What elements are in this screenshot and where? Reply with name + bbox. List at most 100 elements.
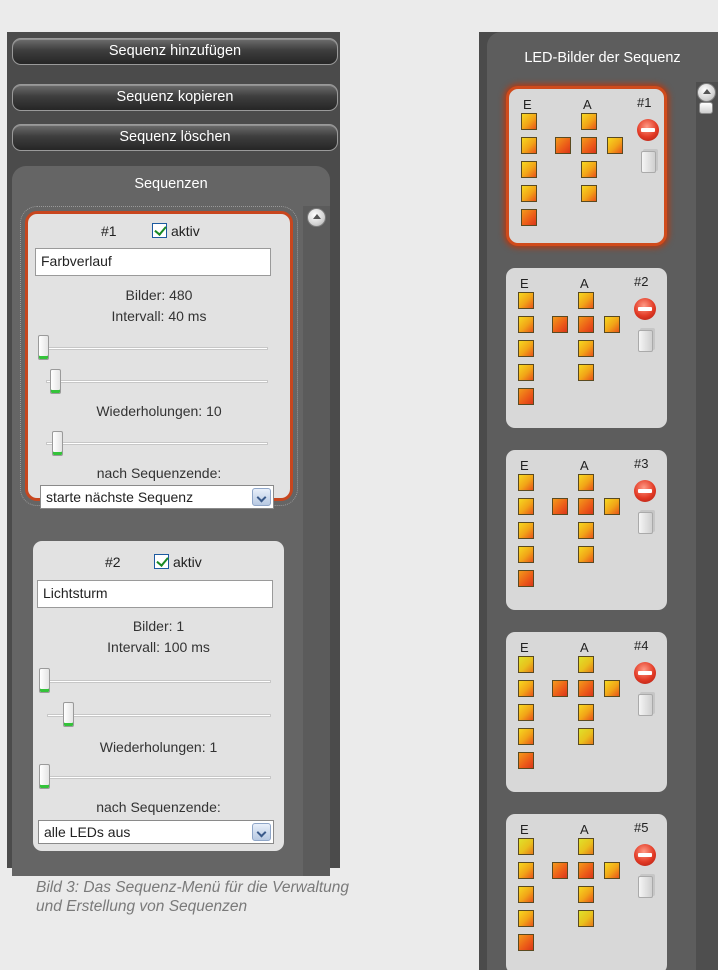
- led-cell[interactable]: [518, 728, 534, 745]
- led-cell[interactable]: [521, 209, 537, 226]
- led-cell[interactable]: [578, 522, 594, 539]
- copy-icon[interactable]: [641, 151, 656, 173]
- led-cell[interactable]: [581, 113, 597, 130]
- led-cell[interactable]: [518, 522, 534, 539]
- copy-icon[interactable]: [638, 330, 653, 352]
- led-cell[interactable]: [518, 656, 534, 673]
- interval-slider-thumb[interactable]: [38, 335, 49, 360]
- sequences-scrollbar[interactable]: [303, 206, 330, 876]
- led-cell[interactable]: [578, 704, 594, 721]
- led-cell[interactable]: [604, 680, 620, 697]
- end-action-select[interactable]: starte nächste Sequenz: [40, 485, 274, 509]
- led-images-scrollbar[interactable]: [696, 82, 718, 970]
- add-sequence-button[interactable]: Sequenz hinzufügen: [12, 38, 338, 65]
- sequence-name-input[interactable]: Lichtsturm: [37, 580, 273, 608]
- led-cell[interactable]: [518, 292, 534, 309]
- led-cell[interactable]: [581, 137, 597, 154]
- led-cell[interactable]: [578, 886, 594, 903]
- led-cell[interactable]: [518, 498, 534, 515]
- led-cell[interactable]: [604, 862, 620, 879]
- scroll-up-icon[interactable]: [697, 83, 716, 102]
- led-cell[interactable]: [518, 704, 534, 721]
- interval-slider-track[interactable]: [38, 347, 268, 350]
- delete-sequence-button[interactable]: Sequenz löschen: [12, 124, 338, 151]
- led-cell[interactable]: [578, 838, 594, 855]
- led-cell[interactable]: [555, 137, 571, 154]
- delete-icon[interactable]: [634, 298, 656, 320]
- led-cell[interactable]: [578, 498, 594, 515]
- delete-icon[interactable]: [634, 662, 656, 684]
- repeats-slider-thumb[interactable]: [52, 431, 63, 456]
- repeats-slider-track[interactable]: [46, 442, 268, 445]
- active-checkbox[interactable]: [152, 223, 167, 238]
- led-cell[interactable]: [521, 137, 537, 154]
- secondary-slider-track[interactable]: [46, 380, 268, 383]
- secondary-slider-thumb[interactable]: [50, 369, 61, 394]
- chevron-down-icon[interactable]: [252, 823, 271, 841]
- led-cell[interactable]: [518, 388, 534, 405]
- led-cell[interactable]: [521, 185, 537, 202]
- led-image-card-5[interactable]: E A #5: [506, 814, 667, 970]
- led-cell[interactable]: [552, 316, 568, 333]
- led-cell[interactable]: [581, 161, 597, 178]
- led-cell[interactable]: [607, 137, 623, 154]
- led-cell[interactable]: [578, 680, 594, 697]
- led-cell[interactable]: [521, 161, 537, 178]
- led-cell[interactable]: [552, 862, 568, 879]
- led-cell[interactable]: [578, 728, 594, 745]
- led-cell[interactable]: [578, 474, 594, 491]
- repeats-slider-track[interactable]: [39, 776, 271, 779]
- led-image-card-4[interactable]: E A #4: [506, 632, 667, 792]
- led-cell[interactable]: [578, 546, 594, 563]
- led-cell[interactable]: [518, 364, 534, 381]
- led-image-card-2[interactable]: E A #2: [506, 268, 667, 428]
- copy-icon[interactable]: [638, 694, 653, 716]
- led-cell[interactable]: [521, 113, 537, 130]
- led-cell[interactable]: [518, 752, 534, 769]
- sequence-name-input[interactable]: Farbverlauf: [35, 248, 271, 276]
- interval-slider-track[interactable]: [39, 680, 271, 683]
- led-cell[interactable]: [552, 498, 568, 515]
- delete-icon[interactable]: [637, 119, 659, 141]
- led-cell[interactable]: [578, 364, 594, 381]
- secondary-slider-thumb[interactable]: [63, 702, 74, 727]
- scroll-up-icon[interactable]: [307, 208, 326, 227]
- led-cell[interactable]: [518, 340, 534, 357]
- led-cell[interactable]: [578, 910, 594, 927]
- interval-slider-thumb[interactable]: [39, 668, 50, 693]
- led-cell[interactable]: [581, 185, 597, 202]
- led-cell[interactable]: [518, 838, 534, 855]
- led-cell[interactable]: [518, 862, 534, 879]
- copy-sequence-button[interactable]: Sequenz kopieren: [12, 84, 338, 111]
- led-cell[interactable]: [578, 862, 594, 879]
- led-cell[interactable]: [518, 910, 534, 927]
- copy-icon[interactable]: [638, 876, 653, 898]
- led-cell[interactable]: [604, 498, 620, 515]
- led-cell[interactable]: [518, 934, 534, 951]
- led-cell[interactable]: [578, 292, 594, 309]
- led-cell[interactable]: [578, 316, 594, 333]
- led-image-card-1[interactable]: E A #1: [506, 86, 667, 246]
- led-cell[interactable]: [518, 680, 534, 697]
- scrollbar-thumb[interactable]: [699, 102, 713, 114]
- chevron-down-icon[interactable]: [252, 488, 271, 506]
- led-cell[interactable]: [604, 316, 620, 333]
- led-cell[interactable]: [578, 656, 594, 673]
- led-cell[interactable]: [552, 680, 568, 697]
- copy-icon[interactable]: [638, 512, 653, 534]
- delete-icon[interactable]: [634, 480, 656, 502]
- led-cell[interactable]: [518, 474, 534, 491]
- led-cell[interactable]: [518, 546, 534, 563]
- led-cell[interactable]: [518, 570, 534, 587]
- sequence-card-2[interactable]: #2 aktiv Lichtsturm Bilder: 1 Intervall:…: [33, 541, 284, 851]
- secondary-slider-track[interactable]: [47, 714, 271, 717]
- led-cell[interactable]: [578, 340, 594, 357]
- led-cell[interactable]: [518, 886, 534, 903]
- active-checkbox[interactable]: [154, 554, 169, 569]
- end-action-select[interactable]: alle LEDs aus: [38, 820, 274, 844]
- led-image-card-3[interactable]: E A #3: [506, 450, 667, 610]
- sequence-card-1[interactable]: #1 aktiv Farbverlauf Bilder: 480 Interva…: [20, 206, 298, 509]
- delete-icon[interactable]: [634, 844, 656, 866]
- repeats-slider-thumb[interactable]: [39, 764, 50, 789]
- led-cell[interactable]: [518, 316, 534, 333]
